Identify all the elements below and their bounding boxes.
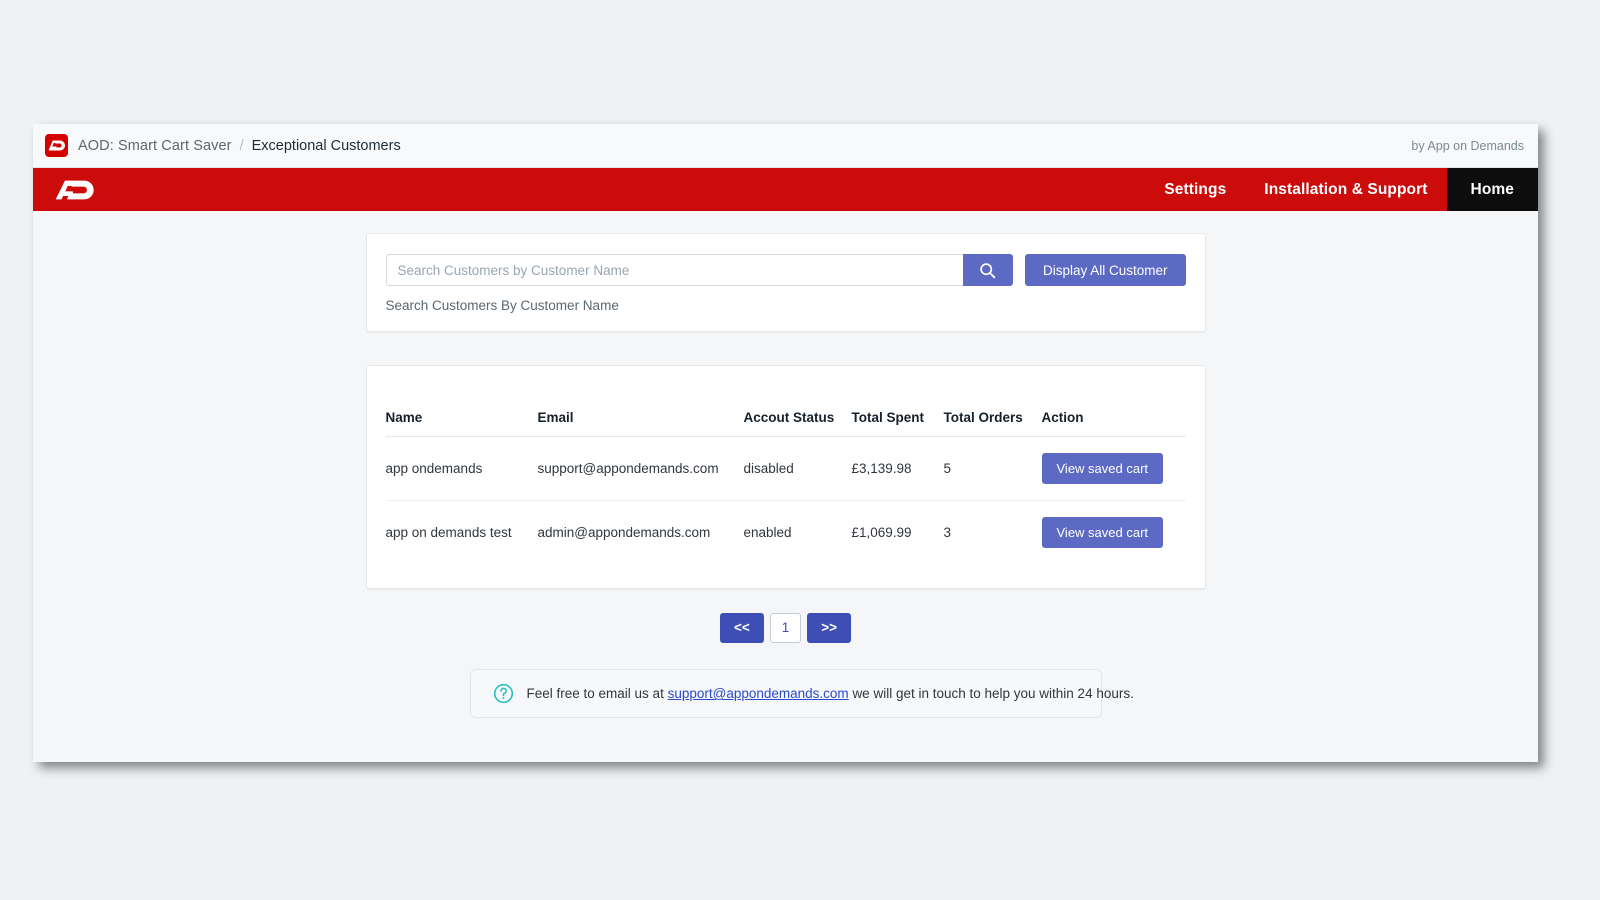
breadcrumb-app-name[interactable]: AOD: Smart Cart Saver xyxy=(78,138,232,154)
view-saved-cart-button[interactable]: View saved cart xyxy=(1041,453,1164,484)
breadcrumb: AOD: Smart Cart Saver / Exceptional Cust… xyxy=(45,134,1411,157)
support-banner: Feel free to email us at support@apponde… xyxy=(469,669,1134,719)
content-column: Display All Customer Search Customers By… xyxy=(365,211,1206,719)
support-email-link[interactable]: support@appondemands.com xyxy=(668,686,849,701)
cell-name: app on demands test xyxy=(385,525,512,540)
search-card: Display All Customer Search Customers By… xyxy=(365,233,1206,332)
nav-link-home[interactable]: Home xyxy=(1446,168,1538,211)
search-button[interactable] xyxy=(962,254,1013,286)
cell-total-orders: 5 xyxy=(943,436,1042,501)
cell-email: admin@appondemands.com xyxy=(537,525,711,540)
navbar-brand[interactable] xyxy=(33,168,99,211)
display-all-customer-button[interactable]: Display All Customer xyxy=(1024,254,1186,286)
question-circle-icon xyxy=(493,683,514,704)
search-icon xyxy=(979,262,996,279)
support-text-after: we will get in touch to help you within … xyxy=(852,686,1134,702)
breadcrumb-bar: AOD: Smart Cart Saver / Exceptional Cust… xyxy=(33,124,1538,168)
table-header-row: Name Email Accout Status Total Spent Tot… xyxy=(385,385,1186,437)
table-row: app ondemands support@appondemands.com d… xyxy=(385,436,1186,501)
page-body: Display All Customer Search Customers By… xyxy=(33,211,1538,762)
nav-link-installation-support[interactable]: Installation & Support xyxy=(1245,168,1446,211)
table-body: app ondemands support@appondemands.com d… xyxy=(385,436,1186,565)
column-header-accout-status: Accout Status xyxy=(743,385,852,437)
breadcrumb-current-page: Exceptional Customers xyxy=(251,137,401,154)
pagination-next-button[interactable]: >> xyxy=(807,613,852,644)
app-window: AOD: Smart Cart Saver / Exceptional Cust… xyxy=(33,124,1538,762)
breadcrumb-separator: / xyxy=(239,137,244,154)
cell-total-orders: 3 xyxy=(943,525,952,540)
cell-status: disabled xyxy=(743,436,852,501)
nav-link-settings[interactable]: Settings xyxy=(1145,168,1245,211)
cell-name: app ondemands xyxy=(385,436,538,501)
cell-status: enabled xyxy=(743,525,792,540)
search-row: Display All Customer xyxy=(385,254,1186,286)
cell-email: support@appondemands.com xyxy=(537,436,744,501)
navbar-spacer xyxy=(99,168,1145,211)
main-navbar: Settings Installation & Support Home xyxy=(33,168,1538,211)
pagination: << 1 >> xyxy=(366,613,1206,644)
column-header-name: Name xyxy=(385,385,538,437)
column-header-email: Email xyxy=(537,385,744,437)
aod-wordmark-icon xyxy=(55,180,99,200)
customers-table-card: Name Email Accout Status Total Spent Tot… xyxy=(365,365,1206,589)
cell-total-spent: £1,069.99 xyxy=(851,525,912,540)
search-help-text: Search Customers By Customer Name xyxy=(385,298,619,313)
support-text-before: Feel free to email us at xyxy=(526,686,664,702)
pagination-prev-button[interactable]: << xyxy=(719,613,764,644)
column-header-total-spent: Total Spent xyxy=(851,385,944,437)
cell-total-spent: £3,139.98 xyxy=(851,436,944,501)
cell-action: View saved cart xyxy=(1041,501,1186,565)
pagination-page-1-button[interactable]: 1 xyxy=(769,613,802,644)
support-banner-text: Feel free to email us at support@apponde… xyxy=(527,686,1134,701)
search-input[interactable] xyxy=(385,254,963,286)
cell-action: View saved cart xyxy=(1041,436,1186,501)
view-saved-cart-button[interactable]: View saved cart xyxy=(1041,517,1164,548)
column-header-total-orders: Total Orders xyxy=(943,385,1042,437)
navbar-links: Settings Installation & Support Home xyxy=(1145,168,1538,211)
table-row: app on demands test admin@appondemands.c… xyxy=(386,501,1186,565)
table-header: Name Email Accout Status Total Spent Tot… xyxy=(385,385,1186,437)
customers-table: Name Email Accout Status Total Spent Tot… xyxy=(385,385,1186,565)
by-line: by App on Demands xyxy=(1411,138,1524,153)
aod-logo-icon xyxy=(45,134,68,157)
column-header-action: Action xyxy=(1041,385,1186,437)
